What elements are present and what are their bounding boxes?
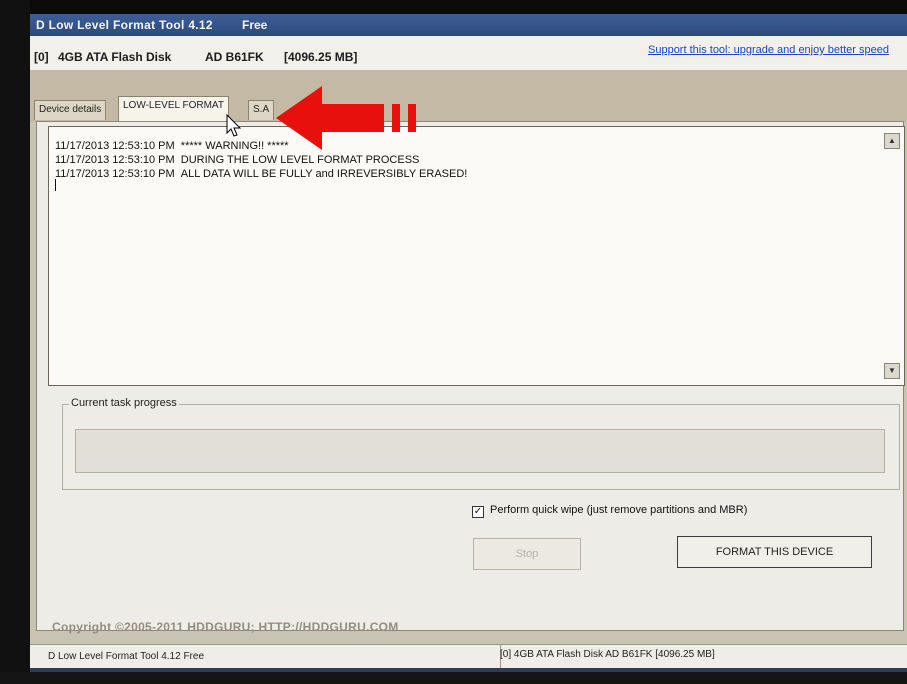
tab-label: Device details <box>39 104 102 115</box>
window-edition: Free <box>242 18 268 32</box>
tab-device-details[interactable]: Device details <box>34 100 107 120</box>
red-arrow-icon <box>276 86 416 150</box>
app-window: D Low Level Format Tool 4.12 Free [0] 4G… <box>30 14 907 678</box>
format-device-button[interactable]: FORMAT THIS DEVICE <box>677 536 872 568</box>
tab-low-level-format[interactable]: LOW-LEVEL FORMAT <box>118 96 229 121</box>
title-bar[interactable]: D Low Level Format Tool 4.12 Free <box>30 14 907 36</box>
stop-button[interactable]: Stop <box>473 538 581 570</box>
status-device: [0] 4GB ATA Flash Disk AD B61FK [4096.25… <box>500 649 715 660</box>
monitor-bezel-left <box>0 0 30 684</box>
log-line: 11/17/2013 12:53:10 PM ALL DATA WILL BE … <box>55 168 467 180</box>
copyright-text: Copyright ©2005-2011 HDDGURU; HTTP://HDD… <box>52 620 399 634</box>
status-bar: D Low Level Format Tool 4.12 Free [0] 4G… <box>30 644 907 669</box>
log-output[interactable]: 11/17/2013 12:53:10 PM ***** WARNING!! *… <box>48 126 905 386</box>
device-model: AD B61FK <box>205 50 264 64</box>
mouse-pointer-icon <box>226 114 242 137</box>
log-line: 11/17/2013 12:53:10 PM DURING THE LOW LE… <box>55 154 419 166</box>
text-caret <box>55 179 56 191</box>
tab-label: S.A <box>253 104 270 115</box>
log-line: 11/17/2013 12:53:10 PM ***** WARNING!! *… <box>55 140 289 152</box>
monitor-bezel-top <box>0 0 907 14</box>
log-timestamp: 11/17/2013 12:53:10 PM <box>55 168 175 180</box>
log-timestamp: 11/17/2013 12:53:10 PM <box>55 140 175 152</box>
quick-wipe-checkbox[interactable]: ✓ <box>472 506 484 518</box>
monitor-bezel-bottom <box>0 672 907 684</box>
scroll-down-arrow-icon[interactable]: ▼ <box>884 363 900 379</box>
device-index: [0] <box>34 50 49 64</box>
progress-bar <box>75 429 885 473</box>
log-message: DURING THE LOW LEVEL FORMAT PROCESS <box>180 154 420 166</box>
support-upgrade-link[interactable]: Support this tool: upgrade and enjoy bet… <box>648 44 889 56</box>
progress-label: Current task progress <box>69 397 179 409</box>
device-info-bar: [0] 4GB ATA Flash Disk AD B61FK [4096.25… <box>30 36 907 71</box>
tab-strip: Device details LOW-LEVEL FORMAT S.A <box>30 70 907 122</box>
quick-wipe-label[interactable]: Perform quick wipe (just remove partitio… <box>490 504 747 516</box>
window-title: D Low Level Format Tool 4.12 <box>36 18 213 32</box>
log-message: ***** WARNING!! ***** <box>180 140 289 152</box>
device-capacity: [4096.25 MB] <box>284 50 358 64</box>
tab-label: LOW-LEVEL FORMAT <box>123 100 224 111</box>
progress-group: Current task progress <box>62 397 900 490</box>
device-name: 4GB ATA Flash Disk <box>58 50 172 64</box>
status-app-name: D Low Level Format Tool 4.12 Free <box>48 651 205 662</box>
log-timestamp: 11/17/2013 12:53:10 PM <box>55 154 175 166</box>
log-message: ALL DATA WILL BE FULLY and IRREVERSIBLY … <box>180 168 468 180</box>
scroll-up-arrow-icon[interactable]: ▲ <box>884 133 900 149</box>
tab-smart[interactable]: S.A <box>248 100 275 120</box>
